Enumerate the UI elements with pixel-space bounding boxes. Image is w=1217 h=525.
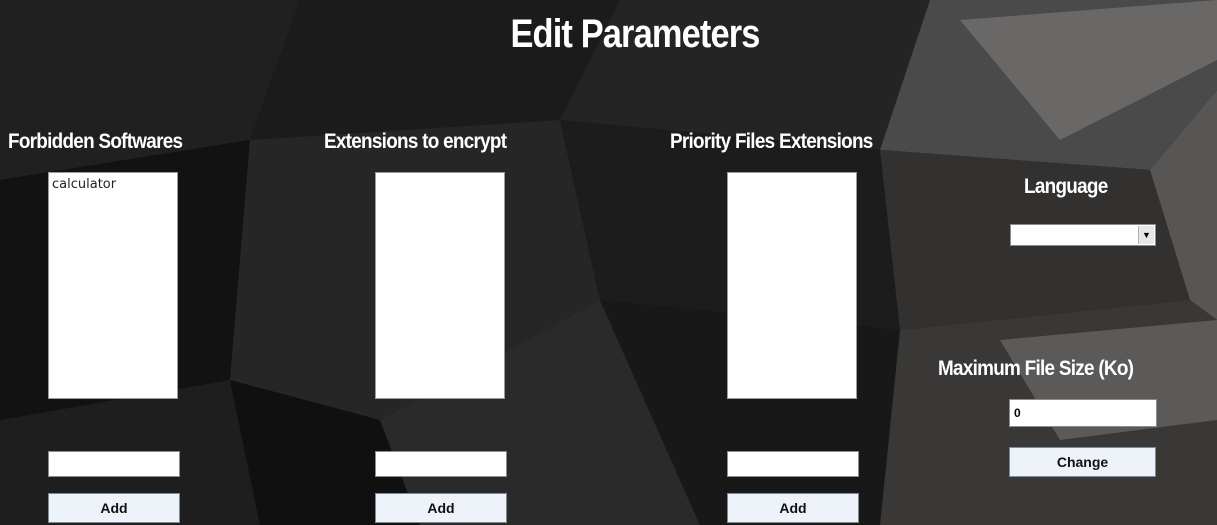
- language-label: Language: [1024, 175, 1108, 198]
- extension-to-encrypt-input[interactable]: [375, 451, 507, 477]
- forbidden-softwares-heading: Forbidden Softwares: [8, 130, 183, 153]
- forbidden-software-input[interactable]: [48, 451, 180, 477]
- priority-files-extensions-heading: Priority Files Extensions: [670, 130, 873, 153]
- max-file-size-label: Maximum File Size (Ko): [938, 357, 1134, 380]
- priority-file-extension-input[interactable]: [727, 451, 859, 477]
- max-file-size-input[interactable]: [1009, 399, 1157, 427]
- chevron-down-icon[interactable]: ▼: [1138, 226, 1154, 244]
- change-max-size-button[interactable]: Change: [1009, 447, 1156, 477]
- page-title: Edit Parameters: [510, 12, 760, 56]
- add-extension-to-encrypt-button[interactable]: Add: [375, 493, 507, 523]
- language-select[interactable]: ▼: [1010, 224, 1156, 246]
- extensions-to-encrypt-heading: Extensions to encrypt: [324, 130, 507, 153]
- add-priority-file-extension-button[interactable]: Add: [727, 493, 859, 523]
- forbidden-softwares-list[interactable]: calculator: [48, 172, 178, 399]
- add-forbidden-software-button[interactable]: Add: [48, 493, 180, 523]
- list-item[interactable]: calculator: [52, 177, 174, 193]
- extensions-to-encrypt-list[interactable]: [375, 172, 505, 399]
- priority-files-extensions-list[interactable]: [727, 172, 857, 399]
